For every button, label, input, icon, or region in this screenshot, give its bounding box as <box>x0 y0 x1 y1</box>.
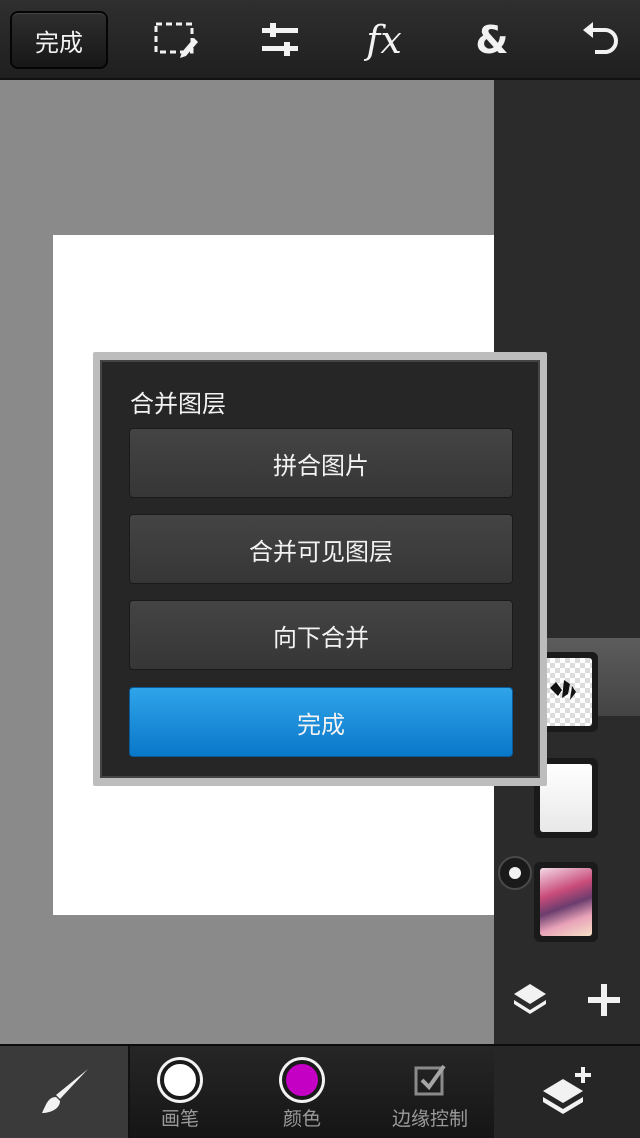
dialog-done-button[interactable]: 完成 <box>129 687 513 757</box>
app-root: 完成 fx & 画笔 颜色 边缘控制 合并图层 拼合图片 合并可见图层 向下合并… <box>0 0 640 1138</box>
flatten-image-button[interactable]: 拼合图片 <box>129 428 513 498</box>
brush-size-icon <box>160 1060 200 1100</box>
ampersand-icon[interactable]: & <box>466 14 518 66</box>
brush-icon <box>42 1069 88 1113</box>
color-label: 颜色 <box>282 1108 321 1130</box>
edge-control-tool[interactable]: 边缘控制 <box>392 1060 468 1131</box>
merge-visible-button[interactable]: 合并可见图层 <box>129 514 513 584</box>
adjust-icon[interactable] <box>254 14 306 66</box>
checkbox-icon <box>414 1064 446 1096</box>
color-tool[interactable]: 颜色 <box>282 1060 322 1131</box>
layer-thumb-3[interactable] <box>534 862 598 942</box>
fx-icon[interactable]: fx <box>358 14 410 66</box>
brush-settings-tool[interactable]: 画笔 <box>160 1060 200 1131</box>
add-layer-plus-icon[interactable] <box>584 980 624 1020</box>
undo-icon[interactable] <box>574 14 626 66</box>
top-toolbar: 完成 fx & <box>0 0 640 80</box>
radio-dot <box>509 867 521 879</box>
dialog-title: 合并图层 <box>130 390 226 418</box>
merge-down-button[interactable]: 向下合并 <box>129 600 513 670</box>
merge-layers-dialog: 合并图层 拼合图片 合并可见图层 向下合并 完成 <box>100 360 540 778</box>
brush-label: 画笔 <box>160 1108 199 1130</box>
layers-add-icon <box>543 1067 591 1114</box>
selection-icon[interactable] <box>150 14 202 66</box>
brush-tool-button[interactable] <box>0 1046 130 1138</box>
bottom-toolbar: 画笔 颜色 边缘控制 <box>0 1044 640 1138</box>
layers-icon[interactable] <box>510 980 550 1020</box>
edge-control-label: 边缘控制 <box>392 1108 469 1130</box>
layer-radio-selected[interactable] <box>498 856 532 890</box>
add-layer-button[interactable] <box>494 1046 640 1138</box>
done-button[interactable]: 完成 <box>10 11 108 69</box>
color-swatch-icon <box>282 1060 322 1100</box>
